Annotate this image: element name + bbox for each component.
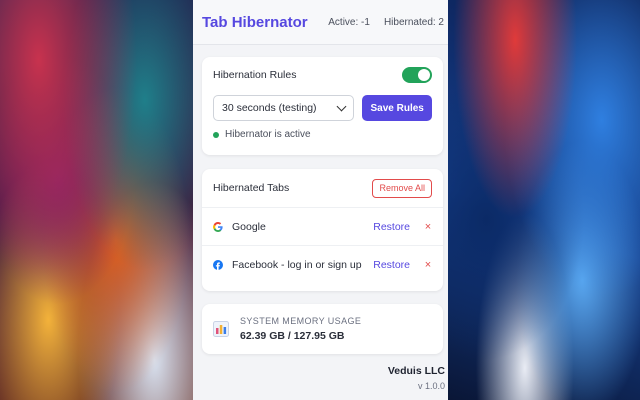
chevron-down-icon <box>336 101 347 112</box>
close-icon[interactable]: × <box>424 221 432 233</box>
popup-header: Tab Hibernator Active: -1 Hibernated: 2 <box>193 0 448 45</box>
timeout-select-value: 30 seconds (testing) <box>222 102 317 114</box>
rules-title: Hibernation Rules <box>213 69 297 81</box>
close-icon[interactable]: × <box>424 259 432 271</box>
hibernated-count: Hibernated: 2 <box>383 16 444 28</box>
hibernation-toggle[interactable] <box>402 67 432 83</box>
tab-row: Facebook - log in or sign up Restore × <box>202 246 443 283</box>
extension-popup: Tab Hibernator Active: -1 Hibernated: 2 … <box>193 0 448 400</box>
toggle-knob <box>418 69 430 81</box>
bar-chart-icon <box>213 321 229 337</box>
active-count: Active: -1 <box>328 16 370 28</box>
background-art-left <box>0 0 193 400</box>
restore-button[interactable]: Restore <box>373 221 410 233</box>
google-icon <box>213 221 223 232</box>
version-label: v 1.0.0 <box>417 381 445 391</box>
tab-row: Google Restore × <box>202 208 443 246</box>
restore-button[interactable]: Restore <box>373 259 410 271</box>
save-rules-button[interactable]: Save Rules <box>362 95 432 121</box>
facebook-icon <box>213 259 223 270</box>
tab-title: Google <box>232 220 266 233</box>
background-art-right <box>448 0 640 400</box>
company-name: Veduis LLC <box>387 365 445 377</box>
timeout-select[interactable]: 30 seconds (testing) <box>213 95 355 121</box>
status-text: Hibernator is active <box>225 129 311 140</box>
status-dot-icon <box>213 131 219 138</box>
app-title: Tab Hibernator <box>202 13 308 31</box>
status-indicator: Hibernator is active <box>213 129 432 140</box>
tab-stats: Active: -1 Hibernated: 2 <box>328 17 444 28</box>
tab-title: Facebook - log in or sign up <box>232 258 362 271</box>
hibernation-rules-card: Hibernation Rules 30 seconds (testing) S… <box>202 57 443 155</box>
hibernated-tabs-card: Hibernated Tabs Remove All Google Restor… <box>202 169 443 291</box>
memory-label: SYSTEM MEMORY USAGE <box>240 316 362 326</box>
memory-usage-card: SYSTEM MEMORY USAGE 62.39 GB / 127.95 GB <box>202 304 443 354</box>
remove-all-button[interactable]: Remove All <box>372 178 432 198</box>
memory-value: 62.39 GB / 127.95 GB <box>240 330 345 342</box>
hibernated-tabs-title: Hibernated Tabs <box>213 182 290 194</box>
